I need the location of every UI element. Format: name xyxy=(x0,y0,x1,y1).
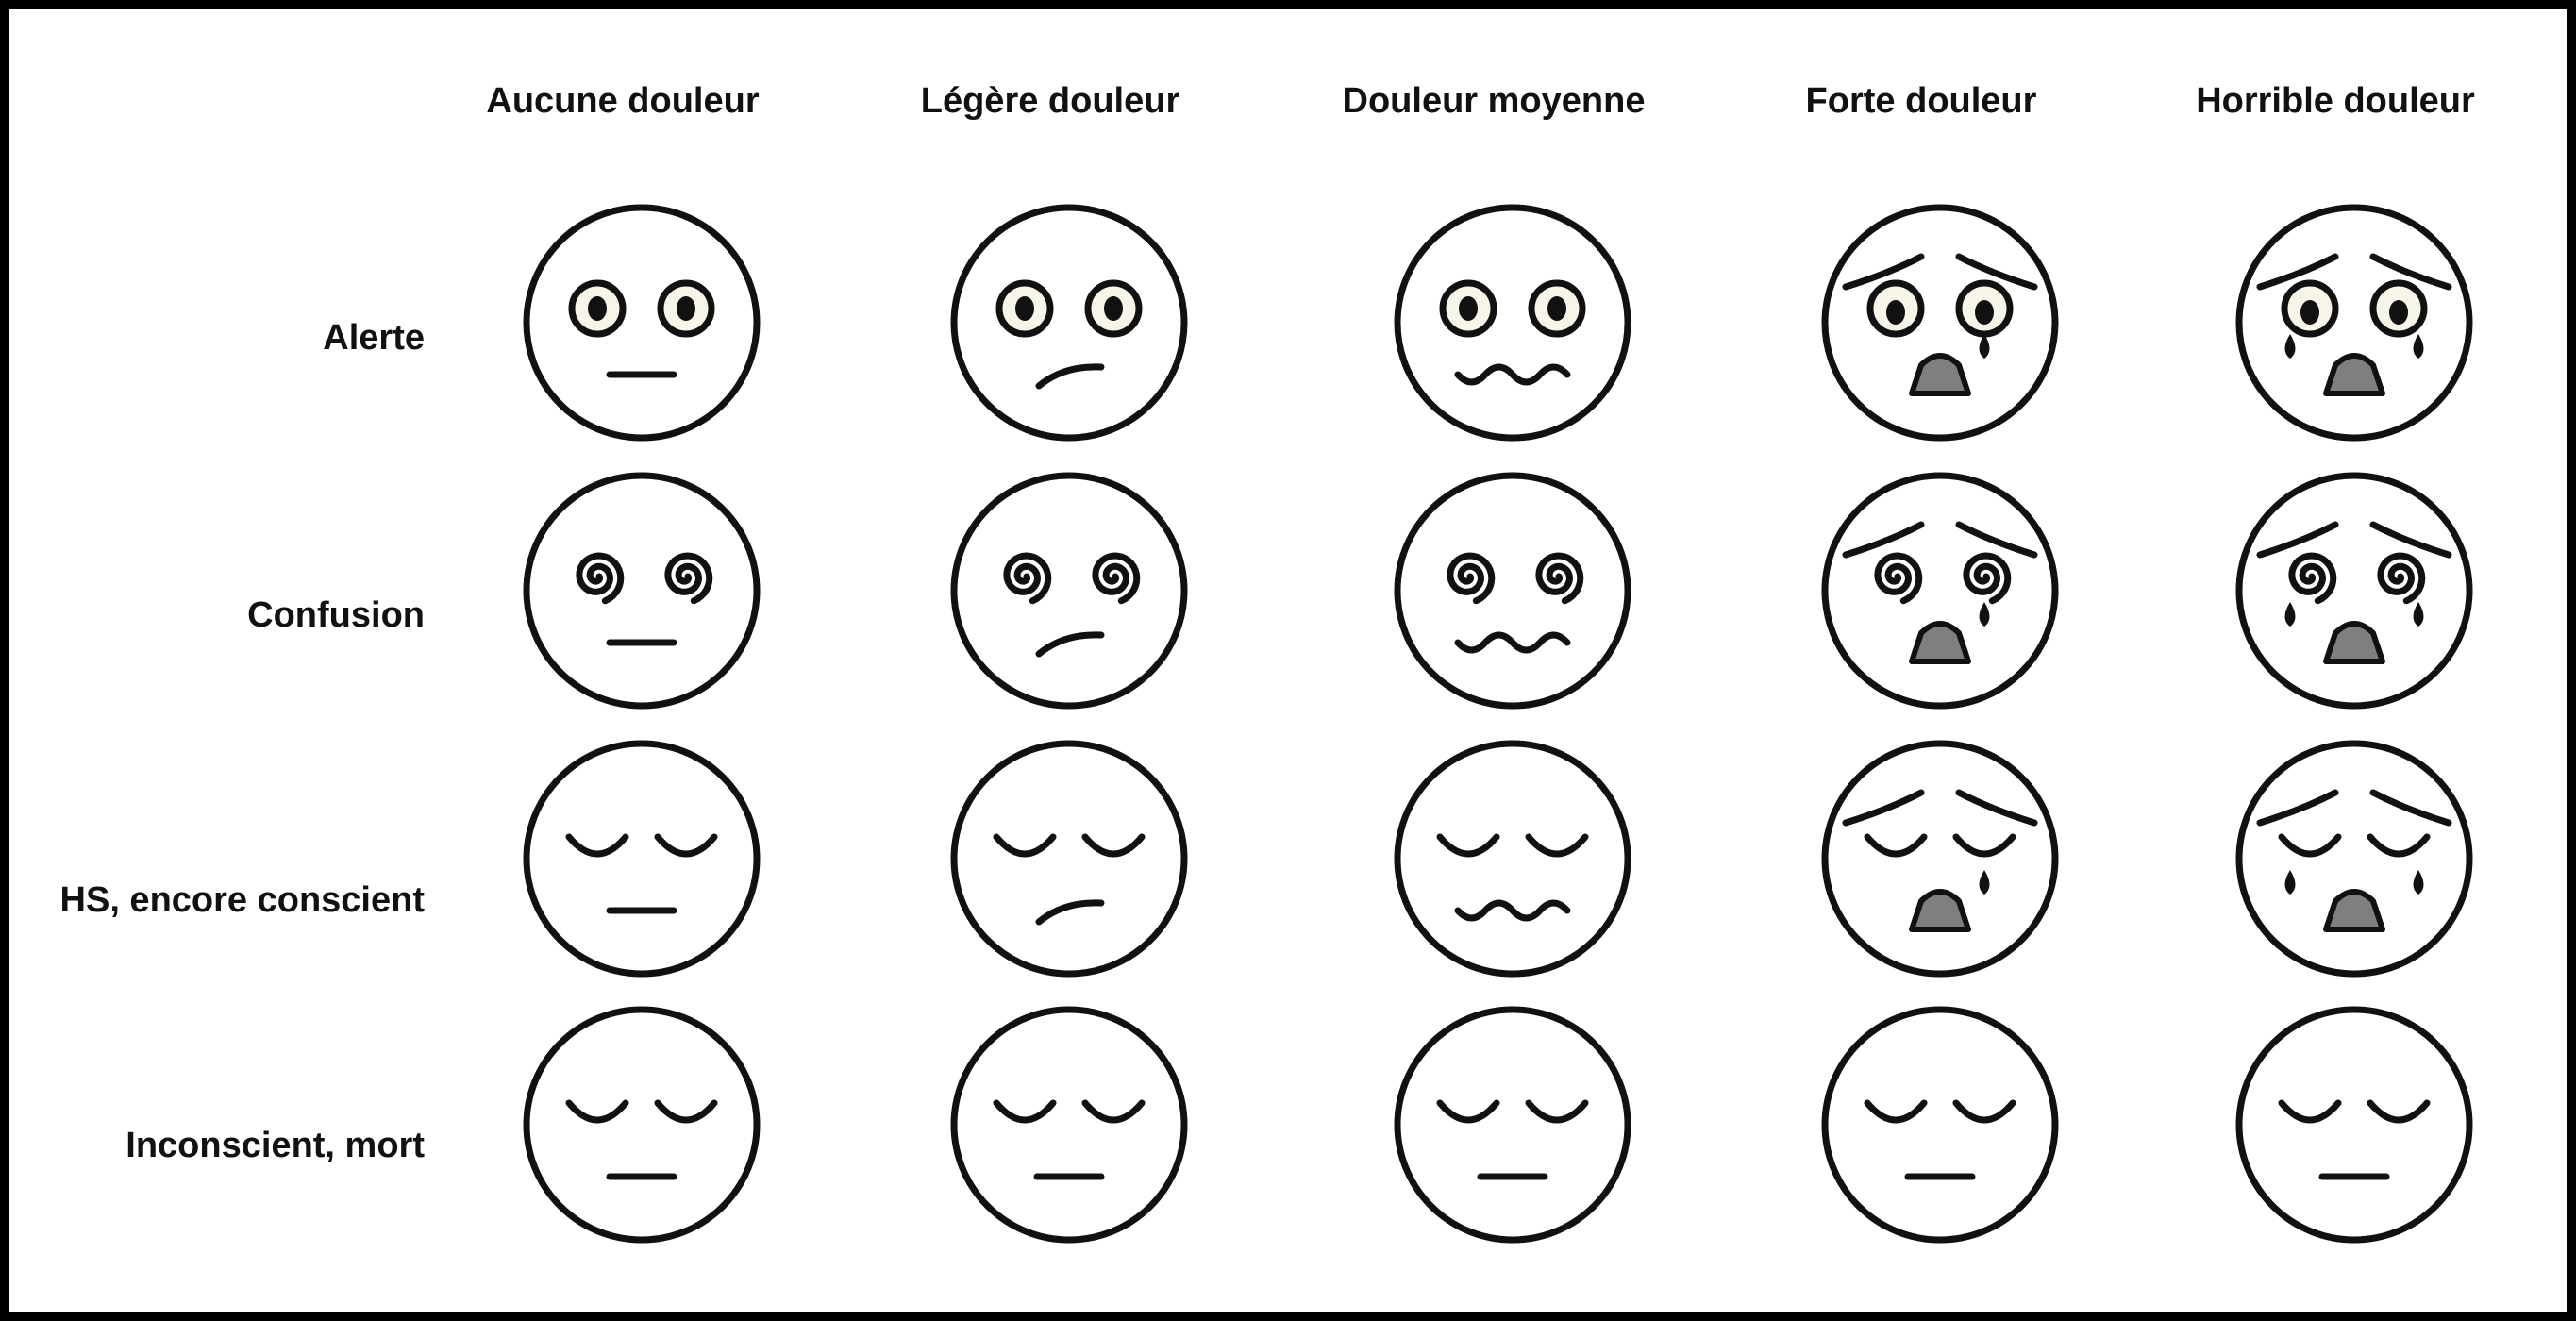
right-pupil-icon xyxy=(1975,300,1994,325)
face-outline-icon xyxy=(523,472,761,710)
face-r3-c4 xyxy=(1821,740,2059,978)
face-r3-c5 xyxy=(2235,740,2473,978)
face-outline-icon xyxy=(2235,1006,2473,1244)
face-outline-icon xyxy=(1394,472,1631,710)
face-r3-c3 xyxy=(1394,740,1631,978)
face-outline-icon xyxy=(1821,472,2059,710)
right-pupil-icon xyxy=(1104,296,1123,321)
face-outline-icon xyxy=(2235,204,2473,442)
face-r4-c3 xyxy=(1394,1006,1631,1244)
face-outline-icon xyxy=(523,1006,761,1244)
right-pupil-icon xyxy=(2389,300,2408,325)
right-pupil-icon xyxy=(677,296,695,321)
left-pupil-icon xyxy=(1459,296,1478,321)
face-r1-c5 xyxy=(2235,204,2473,442)
face-r1-c2 xyxy=(950,204,1188,442)
face-r2-c1 xyxy=(523,472,761,710)
face-outline-icon xyxy=(1394,740,1631,978)
pain-scale-chart: Aucune douleur Légère douleur Douleur mo… xyxy=(0,0,2576,1321)
face-outline-icon xyxy=(523,740,761,978)
face-outline-icon xyxy=(2235,740,2473,978)
face-r3-c2 xyxy=(950,740,1188,978)
face-outline-icon xyxy=(523,204,761,442)
face-outline-icon xyxy=(2235,472,2473,710)
face-outline-icon xyxy=(1821,1006,2059,1244)
face-r4-c5 xyxy=(2235,1006,2473,1244)
face-r3-c1 xyxy=(523,740,761,978)
face-r4-c4 xyxy=(1821,1006,2059,1244)
face-r2-c3 xyxy=(1394,472,1631,710)
left-pupil-icon xyxy=(1886,300,1905,325)
face-outline-icon xyxy=(950,1006,1188,1244)
left-pupil-icon xyxy=(1015,296,1034,321)
face-outline-icon xyxy=(1821,740,2059,978)
left-pupil-icon xyxy=(588,296,607,321)
face-r2-c5 xyxy=(2235,472,2473,710)
face-r1-c1 xyxy=(523,204,761,442)
face-r4-c2 xyxy=(950,1006,1188,1244)
faces-grid xyxy=(523,204,2473,1244)
face-outline-icon xyxy=(1821,204,2059,442)
face-r1-c4 xyxy=(1821,204,2059,442)
right-pupil-icon xyxy=(1547,296,1566,321)
face-outline-icon xyxy=(950,740,1188,978)
face-outline-icon xyxy=(1394,204,1631,442)
face-r4-c1 xyxy=(523,1006,761,1244)
face-outline-icon xyxy=(950,472,1188,710)
face-r2-c4 xyxy=(1821,472,2059,710)
face-r1-c3 xyxy=(1394,204,1631,442)
left-pupil-icon xyxy=(2300,300,2319,325)
face-outline-icon xyxy=(1394,1006,1631,1244)
face-outline-icon xyxy=(950,204,1188,442)
face-r2-c2 xyxy=(950,472,1188,710)
